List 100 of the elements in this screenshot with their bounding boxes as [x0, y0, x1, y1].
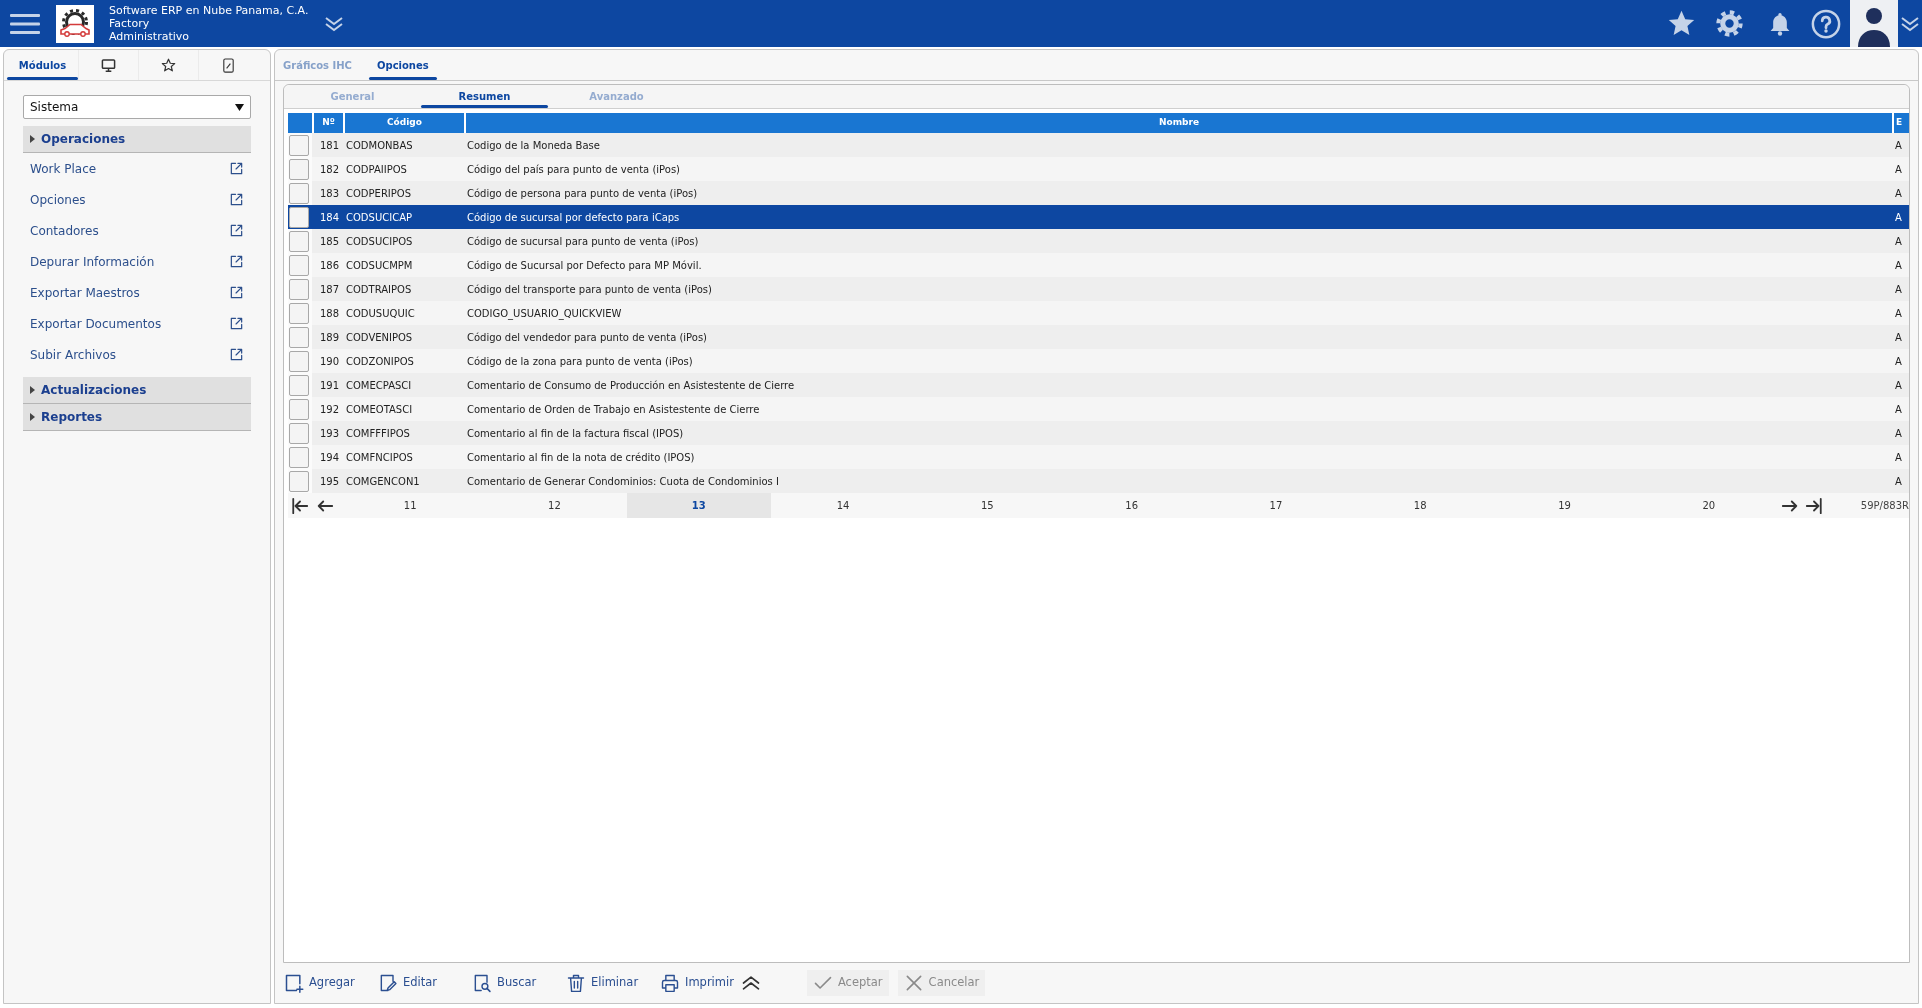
star-icon: [161, 57, 176, 73]
external-link-icon: [229, 254, 244, 269]
table-cell-text: Comentario de Generar Condominios: Cuota de Condominios I: [466, 474, 780, 489]
sidebar-tab[interactable]: Módulos: [7, 50, 78, 80]
table-row[interactable]: 195 COMGENCON1 Comentario de Generar Condominios: Cuota de Condominios I A: [288, 469, 1909, 493]
page-summary: 59P/883R: [1859, 499, 1909, 513]
menu-section-header[interactable]: Reportes: [23, 404, 251, 431]
row-checkbox[interactable]: [289, 374, 309, 396]
row-checkbox[interactable]: [289, 350, 309, 372]
table-cell-text: A: [1894, 402, 1903, 417]
table-cell-text: Código del país para punto de venta (iPos): [466, 162, 681, 177]
menu-item[interactable]: Subir Archivos: [23, 339, 251, 370]
page-link[interactable]: 11: [338, 493, 483, 518]
table-cell-text: A: [1894, 306, 1903, 321]
page-link[interactable]: 13: [626, 493, 771, 518]
double-chevron-down-icon[interactable]: [324, 15, 344, 32]
table-row[interactable]: 185 CODSUCIPOS Código de sucursal para punto de venta (iPos) A: [288, 229, 1909, 253]
page-link[interactable]: 17: [1203, 493, 1349, 518]
table-cell-text: 191: [318, 378, 340, 393]
table-cell-text: 188: [318, 306, 340, 321]
external-link-icon: [229, 285, 244, 300]
table-cell-text: A: [1894, 282, 1903, 297]
table-row[interactable]: 183 CODPERIPOS Código de persona para punto de venta (iPos) A: [288, 181, 1909, 205]
table-cell-text: 187: [318, 282, 340, 297]
menu-item[interactable]: Work Place: [23, 153, 251, 184]
menu-item[interactable]: Contadores: [23, 215, 251, 246]
row-checkbox[interactable]: [289, 134, 309, 156]
pencil-page-icon: [378, 973, 398, 993]
page-link[interactable]: 12: [482, 493, 627, 518]
table-row[interactable]: 191 COMECPASCI Comentario de Consumo de Producción en Asistestente de Cierre A: [288, 373, 1909, 397]
menu-section-header[interactable]: Actualizaciones: [23, 377, 251, 404]
table-cell-text: Código del vendedor para punto de venta (iPos): [466, 330, 709, 345]
row-checkbox[interactable]: [289, 158, 309, 180]
menu-item[interactable]: Opciones: [23, 184, 251, 215]
table-cell-text: A: [1894, 258, 1903, 273]
external-link-icon: [229, 161, 244, 176]
menu-item[interactable]: Exportar Documentos: [23, 308, 251, 339]
tab[interactable]: Opciones: [368, 50, 437, 80]
table-row[interactable]: 194 COMFNCIPOS Comentario al fin de la nota de crédito (IPOS) A: [288, 445, 1909, 469]
table-row[interactable]: 189 CODVENIPOS Código del vendedor para punto de venta (iPos) A: [288, 325, 1909, 349]
table-row[interactable]: 188 CODUSUQUIC CODIGO_USUARIO_QUICKVIEW A: [288, 301, 1909, 325]
printer-icon: [660, 973, 680, 993]
row-checkbox[interactable]: [289, 398, 309, 420]
table-cell-text: 182: [318, 162, 340, 177]
first-page-icon[interactable]: [291, 496, 309, 515]
row-checkbox[interactable]: [289, 254, 309, 276]
row-checkbox[interactable]: [289, 182, 309, 204]
search-icon: [472, 973, 492, 993]
search-button[interactable]: Buscar: [472, 970, 537, 996]
table-cell-text: CODTRAIPOS: [345, 282, 413, 297]
row-checkbox[interactable]: [289, 302, 309, 324]
menu-icon[interactable]: [10, 12, 40, 35]
table-row[interactable]: 190 CODZONIPOS Código de la zona para punto de venta (iPos) A: [288, 349, 1909, 373]
table-cell-text: 181: [318, 138, 340, 153]
row-checkbox[interactable]: [289, 422, 309, 444]
table-row[interactable]: 184 CODSUCICAP Código de sucursal por defecto para iCaps A: [288, 205, 1909, 229]
row-checkbox[interactable]: [289, 206, 309, 228]
table-cell-text: A: [1894, 474, 1903, 489]
caret-right-icon: [30, 413, 35, 421]
table-row[interactable]: 192 COMEOTASCI Comentario de Orden de Trabajo en Asistestente de Cierre A: [288, 397, 1909, 421]
table-cell-text: CODPERIPOS: [345, 186, 413, 201]
menu-section-header[interactable]: Operaciones: [23, 126, 251, 153]
page-link[interactable]: 14: [770, 493, 916, 518]
print-button[interactable]: Imprimir: [660, 970, 734, 996]
row-checkbox[interactable]: [289, 278, 309, 300]
menu-item[interactable]: Depurar Información: [23, 246, 251, 277]
user-avatar[interactable]: [1850, 0, 1898, 47]
table-cell-text: A: [1894, 378, 1903, 393]
table-row[interactable]: 193 COMFFFIPOS Comentario al fin de la factura fiscal (IPOS) A: [288, 421, 1909, 445]
table-row[interactable]: 181 CODMONBAS Codigo de la Moneda Base A: [288, 133, 1909, 157]
page-link[interactable]: 18: [1348, 493, 1493, 518]
page-link[interactable]: 16: [1059, 493, 1204, 518]
table-cell-text: A: [1894, 210, 1903, 225]
menu-item[interactable]: Exportar Maestros: [23, 277, 251, 308]
row-checkbox[interactable]: [289, 446, 309, 468]
double-chevron-up-icon[interactable]: [740, 973, 761, 993]
module-select[interactable]: Sistema: [23, 95, 251, 119]
row-checkbox[interactable]: [289, 470, 309, 492]
table-row[interactable]: 187 CODTRAIPOS Código del transporte para punto de venta (iPos) A: [288, 277, 1909, 301]
table-cell-text: Comentario de Orden de Trabajo en Asistestente de Cierre: [466, 402, 761, 417]
table-row[interactable]: 182 CODPAIIPOS Código del país para punto de venta (iPos) A: [288, 157, 1909, 181]
double-chevron-down-icon[interactable]: [1900, 15, 1920, 32]
row-checkbox[interactable]: [289, 326, 309, 348]
page-link[interactable]: 19: [1492, 493, 1637, 518]
add-button[interactable]: Agregar: [284, 970, 355, 996]
page-link[interactable]: 15: [915, 493, 1060, 518]
subtab[interactable]: Resumen: [421, 85, 548, 108]
table-cell-text: Código de la zona para punto de venta (iPos): [466, 354, 694, 369]
table-cell-text: COMGENCON1: [345, 474, 421, 489]
page-link[interactable]: 20: [1636, 493, 1781, 518]
settings-icon[interactable]: [1715, 9, 1744, 38]
table-row[interactable]: 186 CODSUCMPM Código de Sucursal por Defecto para MP Móvil. A: [288, 253, 1909, 277]
delete-button[interactable]: Eliminar: [566, 970, 639, 996]
last-page-icon[interactable]: [1804, 496, 1824, 515]
edit-button[interactable]: Editar: [378, 970, 438, 996]
row-checkbox[interactable]: [289, 230, 309, 252]
table-cell-text: Comentario de Consumo de Producción en Asistestente de Cierre: [466, 378, 796, 393]
monitor-icon: [101, 57, 116, 73]
help-icon[interactable]: [1811, 8, 1841, 39]
table-cell-text: COMFFFIPOS: [345, 426, 411, 441]
